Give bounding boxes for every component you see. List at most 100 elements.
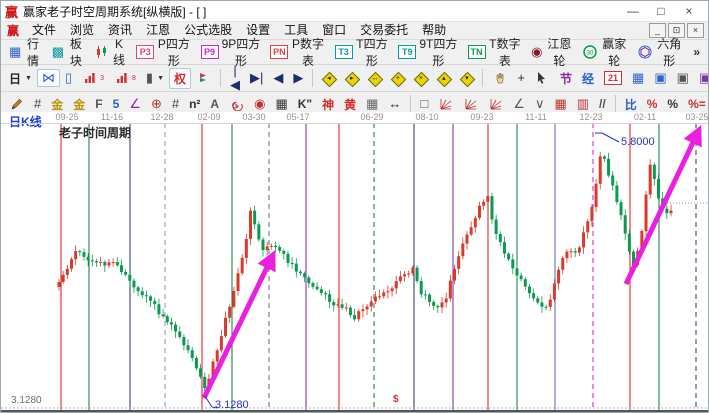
date-axis-label-2: 12-28 (150, 112, 173, 122)
protractor-button[interactable]: ∠ (124, 95, 146, 113)
box-grid-button[interactable]: ▦ (361, 95, 383, 113)
p-number-table-button[interactable]: PNP数字表 (265, 33, 329, 71)
t-number-table-button[interactable]: TNT数字表 (463, 33, 527, 71)
calendar-21-button[interactable]: 21 (599, 69, 627, 87)
candlestick-chart[interactable] (1, 112, 709, 413)
k-mark-button[interactable]: K" (293, 95, 317, 113)
quotes-button[interactable]: ▦行情 (4, 33, 47, 71)
bars-3-tool-icon (82, 71, 97, 86)
date-axis-label-0: 09-25 (55, 112, 78, 122)
t-number-table-icon: TN (468, 45, 486, 59)
levels-flag-button[interactable] (191, 69, 216, 88)
spiral-5-button[interactable]: 5 (108, 95, 125, 113)
wheel-tool-button[interactable]: ◉ (249, 95, 270, 113)
gold-seal-2-label: 金 (73, 96, 85, 113)
gann-diamond-1-icon: ◂ (322, 72, 335, 85)
calculator-icon: ▦ (632, 71, 644, 85)
spiral-tool-button[interactable] (224, 95, 249, 114)
save-button[interactable]: ▣ (672, 69, 694, 87)
gann-diamond-7-icon: ▾ (460, 72, 473, 85)
close-button[interactable]: × (682, 4, 696, 18)
svg-text:30: 30 (587, 51, 594, 57)
hexagon-button[interactable]: 六角形 (633, 33, 688, 71)
bowtie-tool-button[interactable]: ⋈ (37, 69, 60, 87)
cylinder-tool-icon: ▯ (65, 71, 72, 85)
h-measure-button[interactable]: ↔ (383, 95, 406, 113)
circle-3-button[interactable]: ⊕ (146, 95, 167, 113)
calculator-button[interactable]: ▦ (627, 69, 649, 87)
p-square-button[interactable]: P3P四方形 (131, 33, 195, 71)
tick-ruler-button[interactable]: # (29, 95, 46, 113)
gann-fan-button[interactable] (433, 95, 458, 114)
maximize-button[interactable]: □ (654, 4, 668, 18)
period-daily-label: 日 (9, 70, 21, 87)
save-grid-icon: ▣ (654, 71, 666, 85)
percent-lines-button[interactable]: %= (683, 95, 709, 113)
exright-button[interactable]: 权 (169, 68, 191, 89)
jie-cycle-button[interactable]: 节 (555, 68, 577, 89)
kline-button[interactable]: K线 (90, 35, 132, 70)
tick-ruler-2-button[interactable]: # (167, 95, 184, 113)
winner-wheel-button[interactable]: 30赢家轮 (578, 33, 633, 71)
gold-seal-1-label: 金 (51, 96, 63, 113)
date-axis-label-7: 08-10 (415, 112, 438, 122)
candle-style-button[interactable]: ▮▼ (141, 69, 169, 87)
parallel-lines-button[interactable]: // (594, 95, 611, 113)
angle-a-button[interactable]: A (205, 95, 224, 113)
cylinder-tool-button[interactable]: ▯ (60, 69, 77, 87)
bars-8-tool-button[interactable]: 8 (109, 69, 141, 88)
sectors-label: 板块 (67, 35, 85, 69)
t-square-button[interactable]: T3T四方形 (330, 33, 394, 71)
percent-button[interactable]: % (662, 95, 683, 113)
dark-grid-button[interactable]: ▦ (270, 95, 292, 113)
prev-bar-button[interactable]: ◀ (268, 69, 288, 87)
grid-box-2-button[interactable]: ▥ (572, 95, 594, 113)
9t-square-button[interactable]: T99T四方形 (393, 33, 462, 71)
gann-diamond-2-button[interactable]: ▸ (340, 70, 363, 87)
percent-lines-label: %= (688, 97, 706, 111)
period-daily-button[interactable]: 日▼ (4, 68, 37, 89)
fib-f-button[interactable]: F (90, 95, 107, 113)
dropdown-caret-icon: ▼ (25, 75, 32, 82)
sectors-button[interactable]: ▩板块 (47, 33, 90, 71)
tick-ruler-icon: # (34, 97, 41, 111)
pan-hand-button[interactable] (487, 69, 512, 88)
crosshair-button[interactable]: + (512, 69, 530, 87)
gann-diamond-7-button[interactable]: ▾ (455, 70, 478, 87)
percent-zone-button[interactable]: % (642, 95, 663, 113)
n-square-button[interactable]: n² (184, 95, 205, 113)
gann-box-fan-button[interactable] (458, 95, 483, 114)
gann-diamond-6-button[interactable]: ▴ (432, 70, 455, 87)
chart-area[interactable]: 日K线 老子时间周期 3.1280 $ 09-2511-1612-2802-09… (1, 112, 709, 413)
jing-cycle-button[interactable]: 经 (577, 68, 599, 89)
v-lines-button[interactable]: ∨ (530, 95, 550, 113)
shen-tool-label: 神 (322, 96, 334, 113)
save-grid-button[interactable]: ▣ (649, 69, 671, 87)
gann-diamond-3-button[interactable]: ↔ (363, 70, 386, 87)
gann-wheel-button[interactable]: ◉江恩轮 (526, 33, 578, 71)
toolbar-separator (615, 95, 616, 113)
next-bar-button[interactable]: ▶ (288, 69, 308, 87)
gann-diamond-1-button[interactable]: ◂ (317, 70, 340, 87)
toolbar-overflow-button[interactable]: » (688, 43, 705, 61)
grid-box-button[interactable]: ▦ (549, 95, 571, 113)
gann-diamond-4-icon: + (391, 72, 404, 85)
first-bar-icon: |◀ (230, 64, 240, 92)
brush-tool-button[interactable] (4, 95, 29, 114)
first-bar-button[interactable]: |◀ (225, 62, 245, 94)
gann-diamond-3-icon: ↔ (368, 72, 381, 85)
minimize-button[interactable]: — (626, 4, 640, 18)
gann-diamond-4-button[interactable]: + (386, 70, 409, 87)
winner-wheel-icon: 30 (583, 45, 597, 60)
mdi-close-button[interactable]: × (687, 23, 704, 38)
gann-diamond-5-button[interactable]: × (409, 70, 432, 87)
rect-tool-button[interactable]: □ (415, 95, 433, 113)
export-button[interactable]: ▣ (694, 69, 709, 87)
bars-3-tool-button[interactable]: 3 (77, 69, 109, 88)
date-axis-label-4: 03-30 (242, 112, 265, 122)
gann-box-fan-2-button[interactable] (483, 95, 508, 114)
app-window: 赢 赢家老子时空周期系统[纵横版] - [ ] — □ × 赢 文件浏览资讯江恩… (0, 0, 709, 413)
last-bar-button[interactable]: ▶| (245, 69, 268, 87)
pointer-button[interactable] (530, 69, 555, 88)
angle-lines-button[interactable]: ∠ (508, 95, 530, 113)
